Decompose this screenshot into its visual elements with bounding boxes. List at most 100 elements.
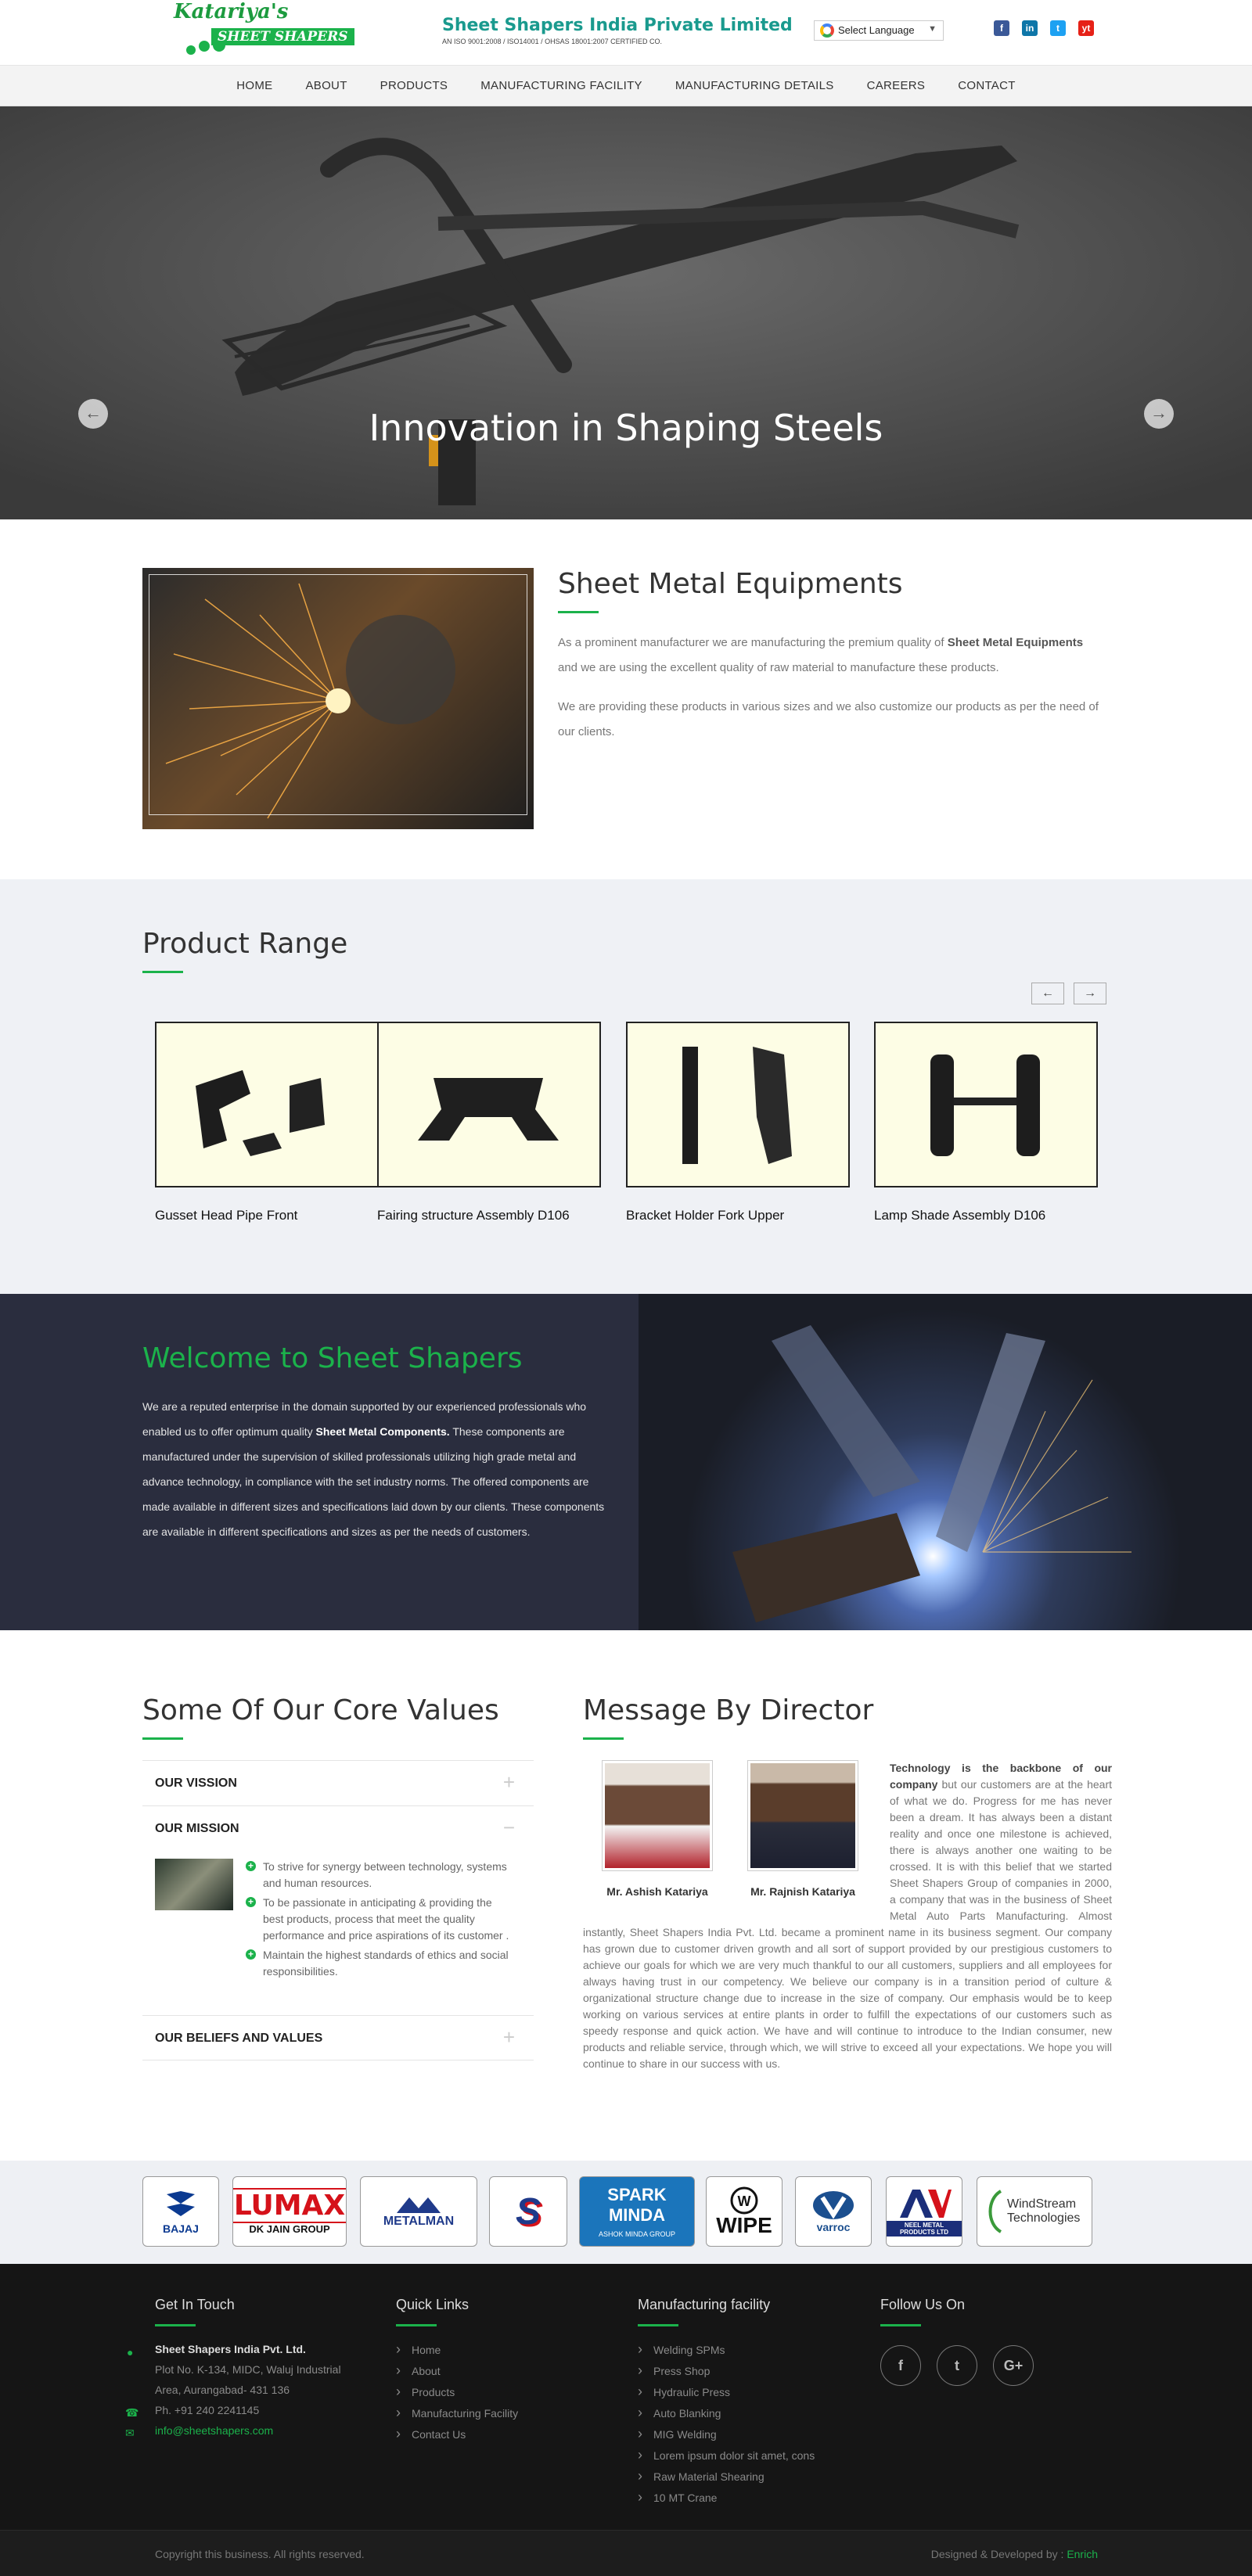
accordion-item-beliefs[interactable]: OUR BELIEFS AND VALUES + (142, 2015, 534, 2060)
footer-link[interactable]: Raw Material Shearing (638, 2466, 815, 2487)
footer-phone[interactable]: Ph. +91 240 2241145 (155, 2400, 341, 2420)
nav-products[interactable]: PRODUCTS (364, 66, 465, 106)
client-logo[interactable]: varroc (795, 2176, 872, 2247)
hero-next-button[interactable]: → (1144, 399, 1174, 429)
google-icon (820, 23, 834, 38)
hero-prev-button[interactable]: ← (78, 399, 108, 429)
carousel-next-button[interactable]: → (1074, 983, 1106, 1004)
welcome-text-bold: Sheet Metal Components. (315, 1425, 450, 1438)
linkedin-icon[interactable]: in (1022, 20, 1038, 36)
footer-link[interactable]: Auto Blanking (638, 2402, 815, 2423)
facebook-icon[interactable]: f (880, 2345, 921, 2386)
footer-address: Plot No. K-134, MIDC, Waluj Industrial (155, 2363, 341, 2376)
welding-sparks-image (142, 568, 534, 829)
footer-link[interactable]: 10 MT Crane (638, 2487, 815, 2508)
image-frame (149, 574, 527, 815)
title-underline (142, 971, 183, 973)
carousel-prev-button[interactable]: ← (1031, 983, 1064, 1004)
footer-heading: Follow Us On (880, 2297, 966, 2312)
p1-bold: Sheet Metal Equipments (947, 636, 1084, 649)
footer-email-link[interactable]: info@sheetshapers.com (155, 2420, 341, 2441)
header-socials: f in t yt (994, 20, 1094, 36)
client-logo[interactable]: METALMAN (360, 2176, 477, 2247)
twitter-icon[interactable]: t (937, 2345, 977, 2386)
product-card[interactable]: Lamp Shade Assembly D106 (874, 1022, 1098, 1223)
svg-text:W: W (738, 2193, 751, 2209)
footer-link[interactable]: Welding SPMs (638, 2339, 815, 2360)
client-name: NEEL METAL PRODUCTS LTD (887, 2221, 962, 2236)
neel-metal-icon (900, 2190, 952, 2218)
title-underline (142, 1737, 183, 1740)
client-logo[interactable]: BAJAJ (142, 2176, 219, 2247)
hero-image (0, 106, 1252, 519)
footer-link[interactable]: Products (396, 2381, 518, 2402)
facebook-icon[interactable]: f (994, 20, 1009, 36)
hero-slider: Innovation in Shaping Steels ← → (0, 106, 1252, 519)
site-footer: Get In Touch Sheet Shapers India Pvt. Lt… (0, 2264, 1252, 2530)
client-name: S (515, 2190, 541, 2233)
director-photo (602, 1760, 713, 1871)
client-logo[interactable]: WindStream Technologies (977, 2176, 1092, 2247)
client-logo[interactable]: SPARK MINDA ASHOK MINDA GROUP (579, 2176, 695, 2247)
client-logo[interactable]: S (489, 2176, 567, 2247)
director-card: Mr. Rajnish Katariya (747, 1760, 858, 1898)
accordion-item-vision[interactable]: OUR VISSION + (142, 1760, 534, 1805)
site-logo[interactable]: Katariya's SHEET SHAPERS (172, 0, 368, 63)
arrow-left-icon: ← (85, 403, 102, 422)
mission-panel: To strive for synergy between technology… (142, 1851, 534, 2015)
client-name: LUMAX (233, 2188, 346, 2223)
product-card[interactable]: Fairing structure Assembly D106 (377, 1022, 601, 1223)
footer-link[interactable]: Contact Us (396, 2423, 518, 2445)
nav-manufacturing-details[interactable]: MANUFACTURING DETAILS (659, 66, 851, 106)
list-item: To be passionate in anticipating & provi… (244, 1895, 510, 1944)
nav-about[interactable]: ABOUT (289, 66, 363, 106)
envelope-icon: ✉ (125, 2427, 135, 2439)
client-subtitle: DK JAIN GROUP (249, 2223, 330, 2235)
director-photo (747, 1760, 858, 1871)
footer-link[interactable]: About (396, 2360, 518, 2381)
google-plus-icon[interactable]: G+ (993, 2345, 1034, 2386)
list-item: To strive for synergy between technology… (244, 1859, 510, 1892)
designer-link[interactable]: Enrich (1067, 2548, 1098, 2560)
client-logo[interactable]: NEEL METAL PRODUCTS LTD (886, 2176, 962, 2247)
footer-heading: Get In Touch (155, 2297, 235, 2312)
nav-careers[interactable]: CAREERS (851, 66, 942, 106)
accordion-item-mission[interactable]: OUR MISSION − (142, 1805, 534, 1851)
product-image (377, 1022, 601, 1187)
nav-contact[interactable]: CONTACT (941, 66, 1031, 106)
p1-text: As a prominent manufacturer we are manuf… (558, 636, 948, 649)
product-card[interactable]: Gusset Head Pipe Front (155, 1022, 379, 1223)
mission-list: To strive for synergy between technology… (244, 1859, 510, 1983)
footer-link[interactable]: Lorem ipsum dolor sit amet, cons (638, 2445, 815, 2466)
p1-text-end: and we are using the excellent quality o… (558, 661, 999, 674)
client-name: SPARK MINDA (607, 2185, 667, 2225)
title-underline (155, 2324, 196, 2326)
accordion-title: OUR VISSION (155, 1777, 237, 1790)
client-name: WIPE (716, 2213, 772, 2237)
bajaj-icon (167, 2191, 195, 2216)
product-card[interactable]: Bracket Holder Fork Upper (626, 1022, 850, 1223)
footer-heading: Manufacturing facility (638, 2297, 771, 2312)
varroc-icon (813, 2191, 854, 2219)
nav-manufacturing-facility[interactable]: MANUFACTURING FACILITY (464, 66, 659, 106)
client-logo[interactable]: LUMAX DK JAIN GROUP (232, 2176, 347, 2247)
designed-by-label: Designed & Developed by : (930, 2548, 1067, 2560)
site-header: Katariya's SHEET SHAPERS Sheet Shapers I… (0, 0, 1252, 66)
footer-company: Sheet Shapers India Pvt. Ltd. (155, 2343, 306, 2355)
client-logo[interactable]: W WIPE (706, 2176, 782, 2247)
footer-link[interactable]: Hydraulic Press (638, 2381, 815, 2402)
main-nav: HOME ABOUT PRODUCTS MANUFACTURING FACILI… (0, 66, 1252, 106)
plus-icon: + (502, 1770, 515, 1794)
footer-link[interactable]: MIG Welding (638, 2423, 815, 2445)
twitter-icon[interactable]: t (1050, 20, 1066, 36)
wipe-icon: W (730, 2186, 758, 2215)
product-name: Gusset Head Pipe Front (155, 1208, 298, 1223)
nav-home[interactable]: HOME (220, 66, 289, 106)
director-name: Mr. Ashish Katariya (606, 1885, 708, 1898)
footer-link[interactable]: Press Shop (638, 2360, 815, 2381)
language-select[interactable]: Select Language ▼ (814, 20, 944, 41)
footer-link[interactable]: Manufacturing Facility (396, 2402, 518, 2423)
equipments-paragraph-2: We are providing these products in vario… (558, 700, 1099, 738)
youtube-icon[interactable]: yt (1078, 20, 1094, 36)
footer-link[interactable]: Home (396, 2339, 518, 2360)
